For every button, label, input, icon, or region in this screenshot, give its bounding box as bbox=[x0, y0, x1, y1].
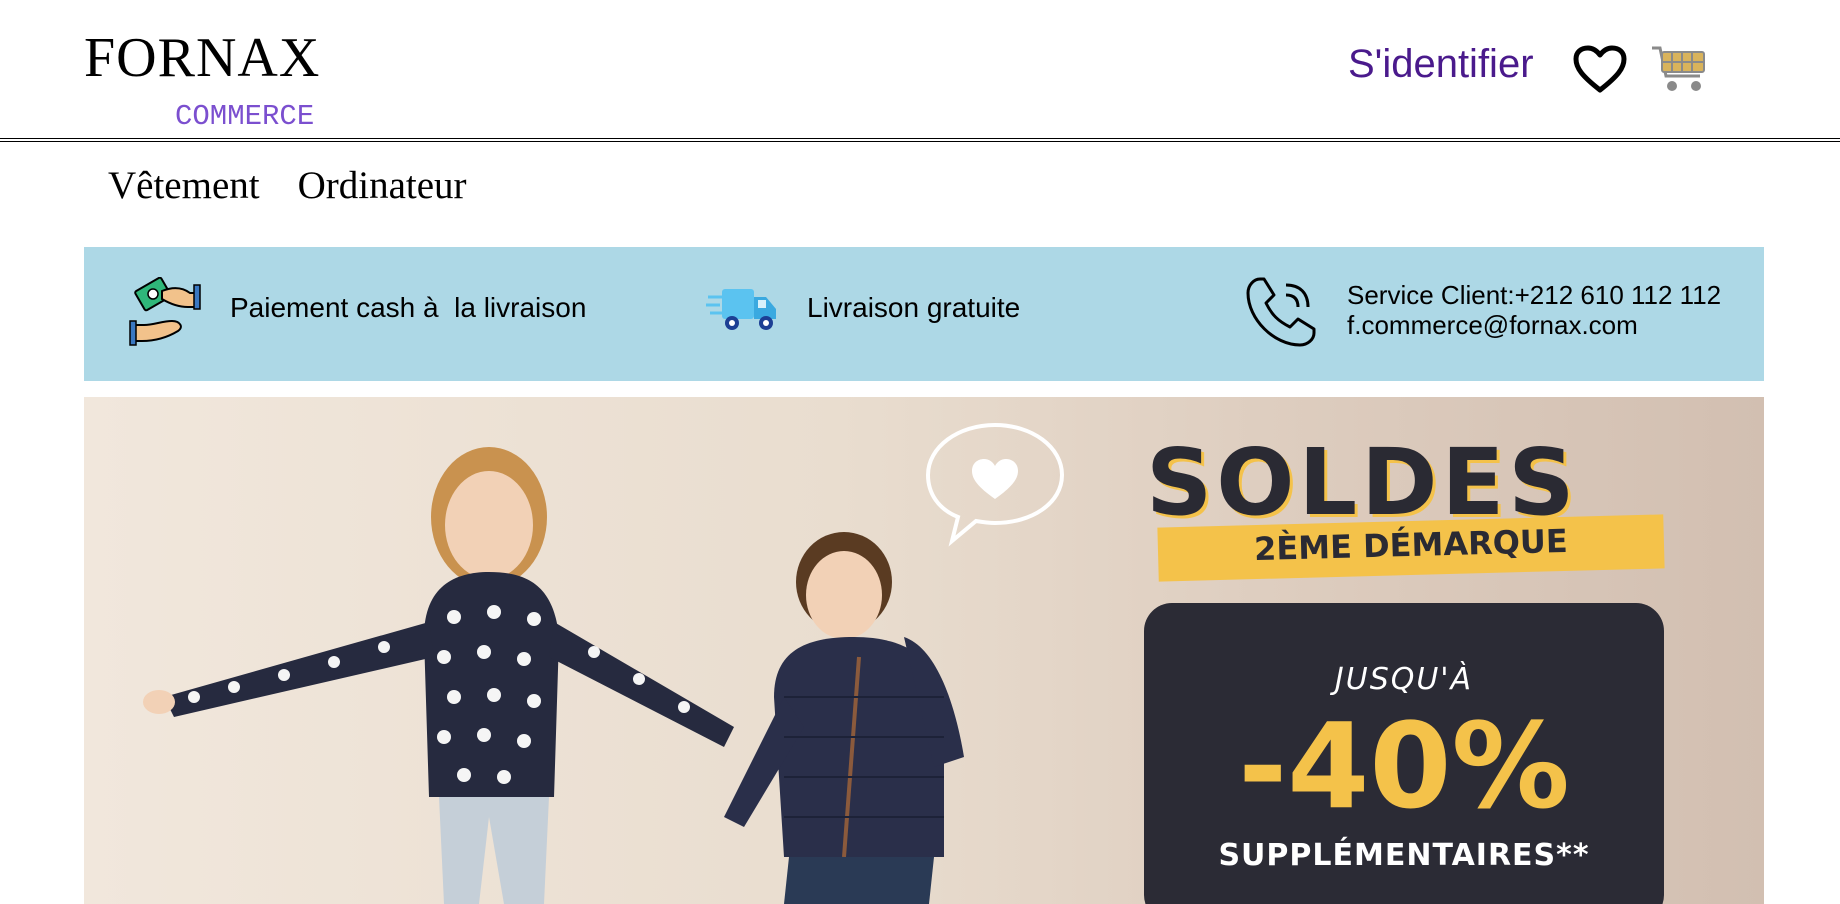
customer-service-block: Service Client:+212 610 112 112 f.commer… bbox=[1347, 280, 1721, 341]
promo-suffix: SUPPLÉMENTAIRES** bbox=[1218, 838, 1590, 873]
nav-item-ordinateur[interactable]: Ordinateur bbox=[298, 166, 467, 205]
heart-icon bbox=[1573, 45, 1627, 93]
banner-title: SOLDES bbox=[1146, 429, 1579, 536]
free-delivery-text: Livraison gratuite bbox=[807, 292, 1021, 323]
cart-icon bbox=[1652, 46, 1705, 91]
cash-payment-text: Paiement cash à la livraison bbox=[230, 292, 587, 323]
service-info-bar: Paiement cash à la livraison Livraison g… bbox=[84, 247, 1764, 381]
site-header: FORNAX COMMERCE S'identifier bbox=[0, 0, 1840, 142]
heart-speech-bubble-icon bbox=[925, 422, 1065, 547]
brand-logo-subtitle: COMMERCE bbox=[175, 100, 315, 133]
customer-service-email[interactable]: f.commerce@fornax.com bbox=[1347, 310, 1721, 341]
nav-item-vetement[interactable]: Vêtement bbox=[108, 166, 260, 205]
promo-banner[interactable]: SOLDES 2ÈME DÉMARQUE JUSQU'À -40% SUPPLÉ… bbox=[84, 397, 1764, 904]
wishlist-button[interactable] bbox=[1572, 44, 1628, 94]
login-link[interactable]: S'identifier bbox=[1348, 44, 1534, 84]
promo-discount-box: JUSQU'À -40% SUPPLÉMENTAIRES** bbox=[1144, 603, 1664, 904]
cash-payment-icon bbox=[128, 276, 202, 352]
brand-logo-name[interactable]: FORNAX bbox=[84, 30, 320, 86]
cart-button[interactable] bbox=[1650, 44, 1708, 96]
promo-prefix: JUSQU'À bbox=[1334, 662, 1474, 697]
banner-subtitle: 2ÈME DÉMARQUE bbox=[1253, 521, 1569, 569]
phone-icon bbox=[1244, 275, 1318, 354]
customer-service-phone[interactable]: Service Client:+212 610 112 112 bbox=[1347, 280, 1721, 311]
delivery-truck-icon bbox=[706, 287, 778, 338]
main-nav: Vêtement Ordinateur bbox=[108, 166, 467, 205]
header-divider bbox=[0, 138, 1840, 142]
promo-value: -40% bbox=[1238, 697, 1570, 835]
